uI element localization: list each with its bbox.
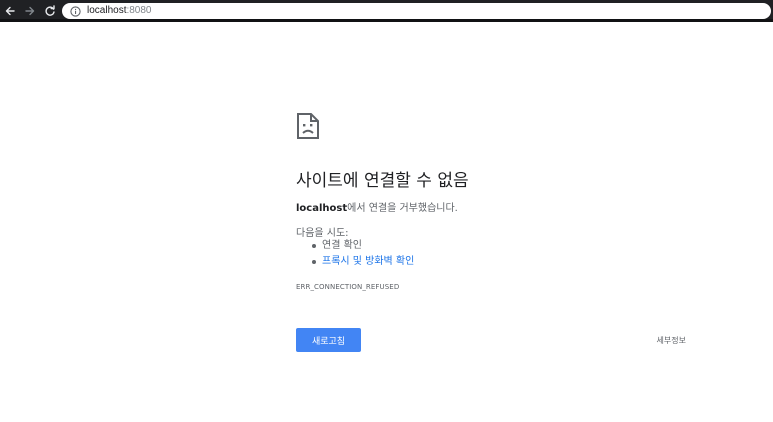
reload-button[interactable]: 새로고침 <box>296 328 361 352</box>
error-heading: 사이트에 연결할 수 없음 <box>296 171 469 191</box>
suggestions-list: 연결 확인 프록시 및 방화벽 확인 <box>304 239 414 271</box>
url-port: :8080 <box>126 5 152 16</box>
forward-button[interactable] <box>22 3 38 19</box>
sad-page-icon <box>297 113 319 139</box>
address-bar[interactable]: localhost:8080 <box>62 3 771 19</box>
suggestion-check-proxy-firewall[interactable]: 프록시 및 방화벽 확인 <box>304 255 414 271</box>
reload-page-button[interactable] <box>42 3 58 19</box>
suggestions-heading: 다음을 시도: <box>296 228 349 239</box>
reload-icon <box>45 5 55 16</box>
url-host: localhost <box>87 5 127 16</box>
url-text[interactable]: localhost:8080 <box>87 3 152 19</box>
error-message-text: 에서 연결을 거부했습니다. <box>347 203 458 214</box>
error-host: localhost <box>296 203 348 214</box>
error-code: ERR_CONNECTION_REFUSED <box>296 283 400 291</box>
browser-toolbar: localhost:8080 <box>0 0 773 22</box>
suggestion-label: 연결 확인 <box>322 240 362 251</box>
error-message: localhost에서 연결을 거부했습니다. <box>296 199 458 214</box>
back-button[interactable] <box>2 3 18 19</box>
back-arrow-icon <box>5 6 15 16</box>
forward-arrow-icon <box>25 6 35 16</box>
suggestion-check-connection: 연결 확인 <box>304 239 414 255</box>
proxy-firewall-link[interactable]: 프록시 및 방화벽 확인 <box>322 256 414 267</box>
details-button[interactable]: 세부정보 <box>636 333 686 347</box>
info-icon[interactable] <box>70 5 81 17</box>
